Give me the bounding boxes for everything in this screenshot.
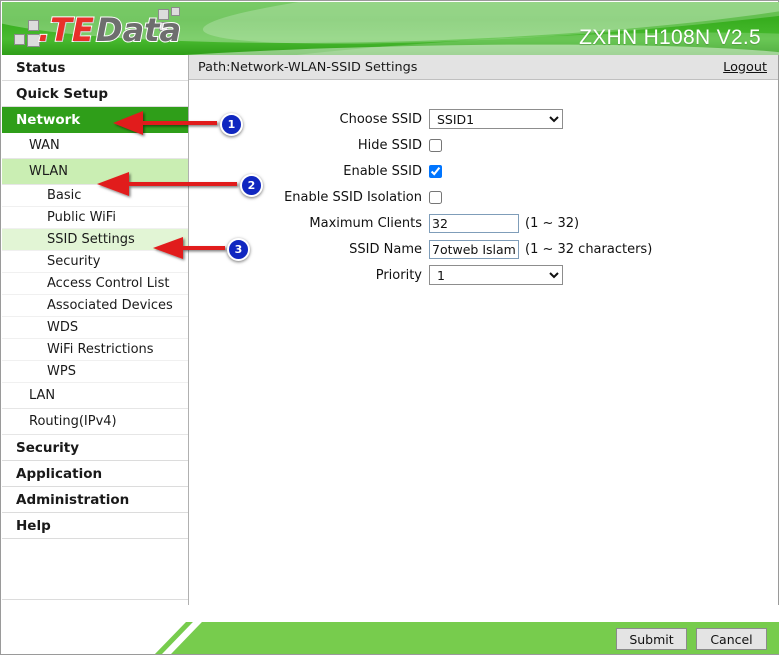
form-row-hide-ssid: Hide SSID [189, 132, 778, 158]
sidebar-item-label: SSID Settings [47, 232, 135, 247]
router-admin-page: .TE Data ZXHN H108N V2.5 Status Quick Set… [0, 0, 779, 655]
annotation-badge-2: 2 [240, 174, 263, 197]
sidebar-navigation: Status Quick Setup Network WAN WLAN Basic Publ… [2, 55, 189, 641]
annotation-badge-1: 1 [220, 113, 243, 136]
sidebar-item-label: Security [47, 254, 101, 269]
device-model-title: ZXHN H108N V2.5 [579, 26, 761, 49]
sidebar-item-label: Help [16, 517, 51, 534]
sidebar-item-label: Security [16, 439, 80, 456]
sidebar-item-associated-devices[interactable]: Associated Devices [2, 295, 188, 317]
form-row-enable-ssid-isolation: Enable SSID Isolation [189, 184, 778, 210]
sidebar-spacer [2, 539, 188, 600]
sidebar-item-security[interactable]: Security [2, 251, 188, 273]
sidebar-item-wds[interactable]: WDS [2, 317, 188, 339]
maximum-clients-hint: (1 ~ 32) [525, 215, 580, 231]
sidebar-item-status[interactable]: Status [2, 55, 188, 81]
logo-text-te: .TE [37, 11, 95, 49]
form-row-enable-ssid: Enable SSID [189, 158, 778, 184]
page-header-banner: .TE Data ZXHN H108N V2.5 [2, 2, 779, 55]
sidebar-item-label: WAN [29, 138, 60, 153]
sidebar-item-routing-ipv4[interactable]: Routing(IPv4) [2, 409, 188, 435]
ssid-name-input[interactable] [429, 239, 519, 259]
sidebar-item-label: Quick Setup [16, 85, 109, 102]
priority-select[interactable]: 1234 [429, 265, 563, 285]
main-content-panel: Path:Network-WLAN-SSID Settings Logout C… [189, 55, 778, 605]
logo-square-icon [14, 34, 25, 45]
sidebar-item-label: WiFi Restrictions [47, 342, 154, 357]
sidebar-item-label: Administration [16, 491, 130, 508]
sidebar-item-wan[interactable]: WAN [2, 133, 188, 159]
sidebar-item-quick-setup[interactable]: Quick Setup [2, 81, 188, 107]
sidebar-item-wifi-restrictions[interactable]: WiFi Restrictions [2, 339, 188, 361]
sidebar-item-basic[interactable]: Basic [2, 185, 188, 207]
sidebar-item-wps[interactable]: WPS [2, 361, 188, 383]
form-row-choose-ssid: Choose SSID SSID1SSID2SSID3SSID4 [189, 106, 778, 132]
sidebar-item-administration[interactable]: Administration [2, 487, 188, 513]
page-footer: Submit Cancel [2, 605, 779, 654]
hide-ssid-label: Hide SSID [357, 137, 422, 153]
sidebar-item-label: Application [16, 465, 103, 482]
sidebar-item-label: Status [16, 59, 66, 76]
form-row-maximum-clients: Maximum Clients (1 ~ 32) [189, 210, 778, 236]
enable-ssid-checkbox[interactable] [429, 164, 442, 178]
ssid-name-label: SSID Name [349, 241, 422, 257]
choose-ssid-select[interactable]: SSID1SSID2SSID3SSID4 [429, 109, 563, 129]
sidebar-item-label: Access Control List [47, 276, 170, 291]
maximum-clients-label: Maximum Clients [309, 215, 422, 231]
enable-ssid-label: Enable SSID [343, 163, 422, 179]
sidebar-item-label: LAN [29, 388, 56, 403]
sidebar-item-public-wifi[interactable]: Public WiFi [2, 207, 188, 229]
form-row-ssid-name: SSID Name (1 ~ 32 characters) [189, 236, 778, 262]
sidebar-item-label: WPS [47, 364, 76, 379]
priority-label: Priority [375, 267, 422, 283]
sidebar-item-access-control-list[interactable]: Access Control List [2, 273, 188, 295]
submit-button[interactable]: Submit [616, 628, 687, 650]
sidebar-item-application[interactable]: Application [2, 461, 188, 487]
sidebar-item-wlan[interactable]: WLAN [2, 159, 188, 185]
sidebar-item-label: Basic [47, 188, 82, 203]
cancel-button[interactable]: Cancel [696, 628, 767, 650]
enable-ssid-isolation-checkbox[interactable] [429, 190, 442, 204]
form-row-priority: Priority 1234 [189, 262, 778, 288]
maximum-clients-input[interactable] [429, 213, 519, 233]
sidebar-item-label: Network [16, 111, 81, 128]
sidebar-item-label: Routing(IPv4) [29, 414, 117, 429]
annotation-badge-3: 3 [227, 238, 250, 261]
hide-ssid-checkbox[interactable] [429, 138, 442, 152]
sidebar-item-label: WDS [47, 320, 79, 335]
logo-text-data: Data [95, 11, 182, 49]
sidebar-item-security[interactable]: Security [2, 435, 188, 461]
sidebar-item-lan[interactable]: LAN [2, 383, 188, 409]
breadcrumb-bar: Path:Network-WLAN-SSID Settings Logout [189, 55, 778, 80]
ssid-settings-form: Choose SSID SSID1SSID2SSID3SSID4 Hide SS… [189, 80, 778, 288]
ssid-name-hint: (1 ~ 32 characters) [525, 241, 653, 257]
sidebar-item-ssid-settings[interactable]: SSID Settings [2, 229, 188, 251]
breadcrumb-path: Path:Network-WLAN-SSID Settings [198, 59, 418, 75]
sidebar-item-label: WLAN [29, 164, 69, 179]
logout-link[interactable]: Logout [723, 60, 767, 75]
te-data-logo: .TE Data [12, 6, 202, 52]
sidebar-item-label: Public WiFi [47, 210, 116, 225]
sidebar-item-label: Associated Devices [47, 298, 173, 313]
enable-ssid-isolation-label: Enable SSID Isolation [284, 189, 422, 205]
sidebar-item-network[interactable]: Network [2, 107, 188, 133]
sidebar-item-help[interactable]: Help [2, 513, 188, 539]
